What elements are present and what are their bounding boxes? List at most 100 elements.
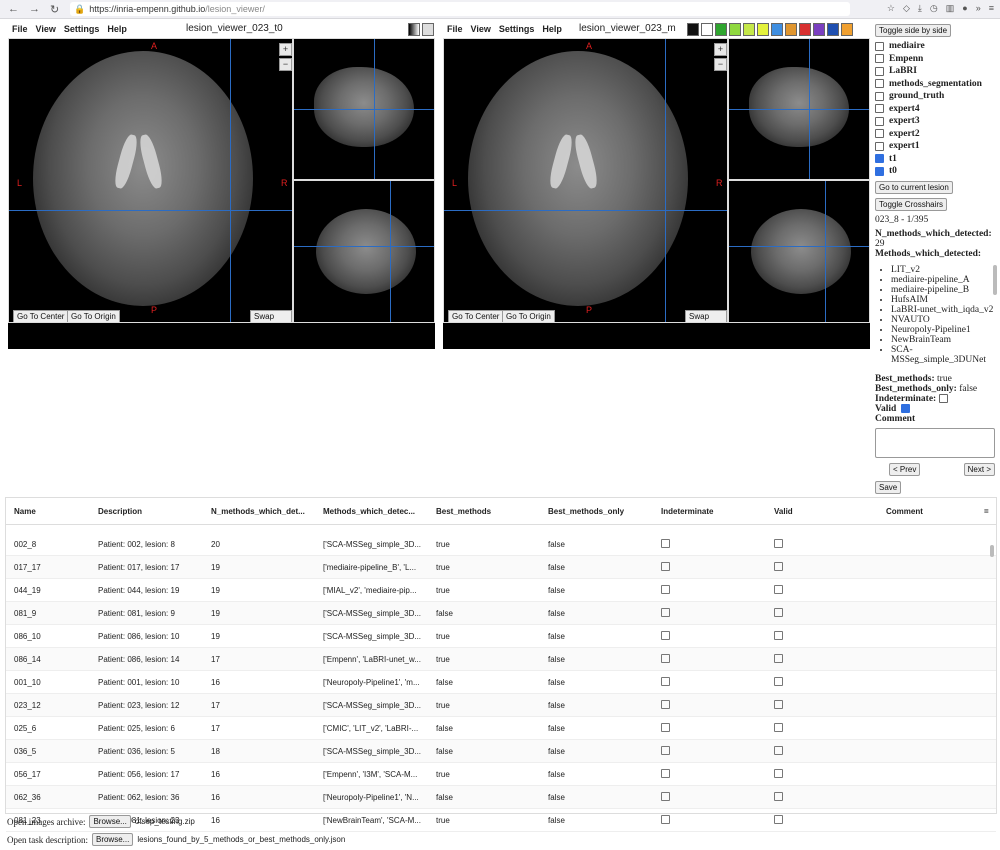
save-button[interactable]: Save [875,480,902,494]
download-icon[interactable]: ⤓ [918,3,922,14]
column-header[interactable]: Name [6,507,90,516]
layer-checkbox[interactable] [875,116,884,126]
layer-item-expert2[interactable]: expert2 [875,128,997,141]
history-icon[interactable]: ◷ [930,3,938,14]
colormap-swatch-icon[interactable] [827,23,839,36]
coronal-view[interactable] [293,180,435,323]
column-header[interactable]: Best_methods_only [540,507,653,516]
valid-cell-checkbox[interactable] [774,768,783,778]
table-row[interactable]: 036_5 Patient: 036, lesion: 5 18 ['SCA-MSSe… [6,740,996,763]
table-row[interactable]: 086_14 Patient: 086, lesion: 14 17 ['Empenn… [6,648,996,671]
valid-cell-checkbox[interactable] [774,722,783,732]
indeterminate-cell-checkbox[interactable] [661,538,670,548]
go-to-origin-button[interactable]: Go To Origin [502,310,555,322]
go-to-origin-button[interactable]: Go To Origin [67,310,120,322]
menu-file[interactable]: File [12,24,28,34]
sagittal-view[interactable] [728,38,870,180]
indeterminate-cell-checkbox[interactable] [661,676,670,686]
indeterminate-cell-checkbox[interactable] [661,607,670,617]
axial-view[interactable]: A L R P + − Go To Center Go To Origin Sw… [8,38,293,323]
pocket-icon[interactable]: ◇ [903,3,910,14]
indeterminate-cell-checkbox[interactable] [661,630,670,640]
go-to-center-button[interactable]: Go To Center [13,310,69,322]
axial-view[interactable]: A L R P + − Go To Center Go To Origin Sw… [443,38,728,323]
layer-item-expert3[interactable]: expert3 [875,115,997,128]
indeterminate-cell-checkbox[interactable] [661,653,670,663]
menu-view[interactable]: View [36,24,56,34]
layer-item-methods_segmentation[interactable]: methods_segmentation [875,78,997,91]
layer-item-t0[interactable]: t0 [875,165,997,178]
zoom-out-button[interactable]: − [279,58,292,71]
screenshot-icon[interactable] [422,23,434,36]
go-to-current-lesion-button[interactable]: Go to current lesion [875,180,953,194]
layer-checkbox[interactable] [875,41,884,51]
layer-checkbox[interactable] [875,166,884,176]
colormap-swatch-icon[interactable] [687,23,699,36]
comment-textarea[interactable] [875,427,995,458]
menu-settings[interactable]: Settings [64,24,100,34]
zoom-in-button[interactable]: + [279,43,292,56]
colormap-swatch-icon[interactable] [799,23,811,36]
toggle-crosshairs-button[interactable]: Toggle Crosshairs [875,197,948,211]
valid-cell-checkbox[interactable] [774,791,783,801]
zoom-out-button[interactable]: − [714,58,727,71]
layer-item-mediaire[interactable]: mediaire [875,40,997,53]
archive-browse-button[interactable]: Browse... [89,815,131,828]
colormap-swatch-icon[interactable] [771,23,783,36]
colormap-swatch-icon[interactable] [743,23,755,36]
layer-item-expert1[interactable]: expert1 [875,140,997,153]
address-bar[interactable]: 🔒 https://inria-empenn.github.io/lesion_… [70,2,850,16]
swap-view-button[interactable]: Swap View [685,310,727,322]
colormap-swatch-icon[interactable] [701,23,713,36]
valid-cell-checkbox[interactable] [774,676,783,686]
table-row[interactable]: 002_8 Patient: 002, lesion: 8 20 ['SCA-MSSe… [6,533,996,556]
table-row[interactable]: 062_36 Patient: 062, lesion: 36 16 ['Neurop… [6,786,996,809]
colormap-swatch-icon[interactable] [757,23,769,36]
colormap-swatch-icon[interactable] [813,23,825,36]
forward-icon[interactable]: → [29,3,40,16]
colormap-swatch-icon[interactable] [785,23,797,36]
table-row[interactable]: 086_10 Patient: 086, lesion: 10 19 ['SCA-MS… [6,625,996,648]
table-row[interactable]: 044_19 Patient: 044, lesion: 19 19 ['MIAL_v… [6,579,996,602]
column-header[interactable]: Best_methods [428,507,540,516]
layer-item-Empenn[interactable]: Empenn [875,53,997,66]
colormap-swatch-icon[interactable] [841,23,853,36]
sagittal-view[interactable] [293,38,435,180]
valid-cell-checkbox[interactable] [774,814,783,824]
coronal-view[interactable] [728,180,870,323]
valid-cell-checkbox[interactable] [774,653,783,663]
layer-checkbox[interactable] [875,54,884,64]
table-row[interactable]: 017_17 Patient: 017, lesion: 17 19 ['mediai… [6,556,996,579]
menu-view[interactable]: View [471,24,491,34]
back-icon[interactable]: ← [8,3,19,16]
layer-item-t1[interactable]: t1 [875,153,997,166]
table-row[interactable]: 001_10 Patient: 001, lesion: 10 16 ['Neurop… [6,671,996,694]
valid-cell-checkbox[interactable] [774,745,783,755]
methods-scrollbar[interactable] [993,264,997,295]
bookmark-star-icon[interactable]: ☆ [887,3,895,14]
library-icon[interactable]: ▥ [946,3,955,14]
methods-list[interactable]: LIT_v2mediaire-pipeline_Amediaire-pipeli… [875,264,997,365]
valid-cell-checkbox[interactable] [774,561,783,571]
layer-item-LaBRI[interactable]: LaBRI [875,65,997,78]
column-header[interactable]: Valid [766,507,878,516]
layer-checkbox[interactable] [875,66,884,76]
left-viewer-canvas[interactable]: A L R P + − Go To Center Go To Origin Sw… [8,38,435,349]
reload-icon[interactable]: ↻ [50,3,59,16]
layer-checkbox[interactable] [875,154,884,164]
table-row[interactable]: 056_17 Patient: 056, lesion: 17 16 ['Empenn… [6,763,996,786]
hamburger-menu-icon[interactable]: ≡ [989,3,994,14]
indeterminate-cell-checkbox[interactable] [661,768,670,778]
valid-cell-checkbox[interactable] [774,699,783,709]
column-header[interactable]: Comment [878,507,976,516]
layer-item-ground_truth[interactable]: ground_truth [875,90,997,103]
prev-button[interactable]: < Prev [889,462,921,476]
toggle-side-by-side-button[interactable]: Toggle side by side [875,24,952,37]
indeterminate-cell-checkbox[interactable] [661,745,670,755]
indeterminate-cell-checkbox[interactable] [661,561,670,571]
valid-cell-checkbox[interactable] [774,584,783,594]
grayscale-colormap-icon[interactable] [408,23,420,36]
swap-view-button[interactable]: Swap View [250,310,292,322]
menu-help[interactable]: Help [542,24,562,34]
column-header[interactable]: Methods_which_detec... [315,507,428,516]
